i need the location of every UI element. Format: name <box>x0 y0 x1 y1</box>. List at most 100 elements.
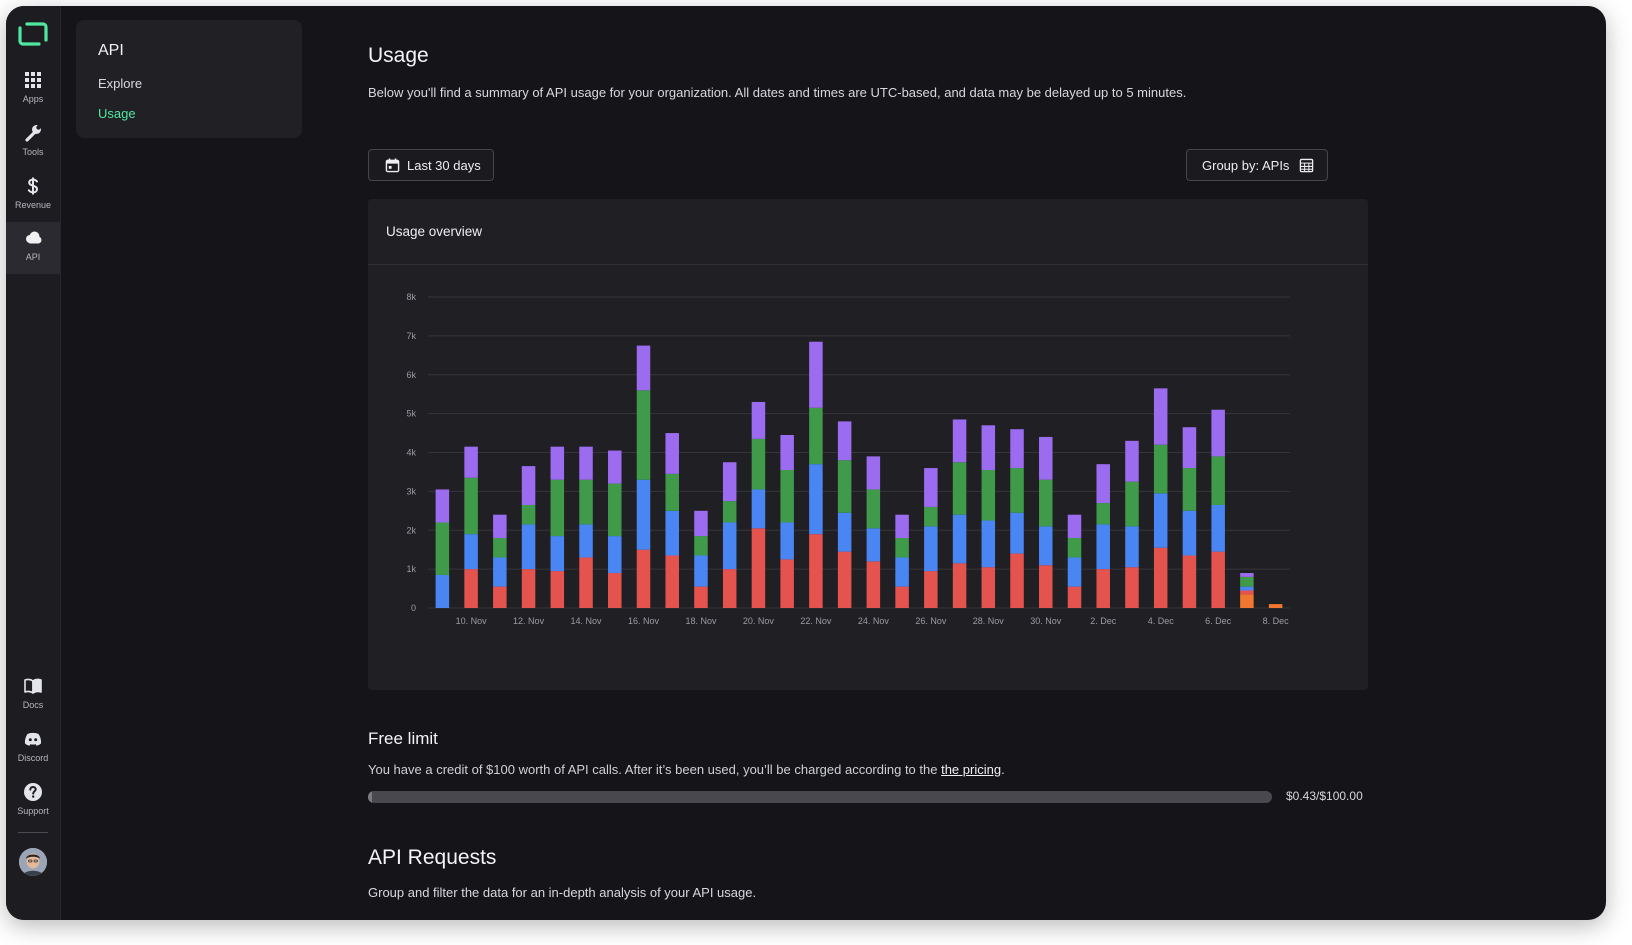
bar-segment <box>579 524 593 558</box>
group-by-button[interactable]: Group by: APIs <box>1186 149 1328 181</box>
bar-segment <box>1039 526 1053 566</box>
bar-segment <box>1153 547 1168 608</box>
x-tick-label: 2. Dec <box>1090 616 1117 626</box>
bar-segment <box>665 555 679 608</box>
bar-segment <box>981 469 996 521</box>
table-grid-icon <box>1300 158 1314 172</box>
bar-segment <box>895 586 909 608</box>
logo-icon[interactable] <box>18 20 48 48</box>
bar-segment <box>464 446 478 478</box>
x-tick-label: 8. Dec <box>1263 616 1290 626</box>
rail-item-discord[interactable]: Discord <box>6 723 60 775</box>
bar-segment <box>866 489 881 529</box>
bar-segment <box>837 460 852 513</box>
bar-segment <box>751 401 766 439</box>
rail-item-apps[interactable]: Apps <box>6 64 60 116</box>
subnav-link-explore[interactable]: Explore <box>98 76 142 91</box>
rail-item-docs[interactable]: Docs <box>6 670 60 722</box>
free-limit-description: You have a credit of $100 worth of API c… <box>368 762 942 777</box>
x-tick-label: 12. Nov <box>513 616 545 626</box>
bar-segment <box>1240 586 1254 591</box>
credit-progress-fill <box>368 791 372 803</box>
icon-rail: Apps Tools Revenue API Docs Discord Supp… <box>6 6 61 920</box>
rail-item-support[interactable]: Support <box>6 776 60 828</box>
credit-progress-label: $0.43/$100.00 <box>1286 789 1363 803</box>
usage-bar-chart: 0 1k 2k 3k 4k 5k 6k 7k 8k 10. Nov 12. Nov 14. Nov 16… <box>406 292 1290 626</box>
bar-segment <box>809 341 823 408</box>
y-tick-label: 2k <box>406 525 416 535</box>
api-requests-title: API Requests <box>368 846 497 869</box>
avatar[interactable] <box>19 848 47 876</box>
rail-label-tools: Tools <box>22 147 44 157</box>
bar-segment <box>550 571 565 608</box>
bar-segment <box>1153 444 1168 494</box>
question-icon <box>24 783 42 801</box>
bar-segment <box>1153 493 1168 548</box>
bar-segment <box>521 524 536 570</box>
bar-segment <box>493 538 507 558</box>
bar-segment <box>952 462 967 515</box>
bar-segment <box>809 407 823 465</box>
bar-segment <box>1268 604 1283 608</box>
date-range-label: Last 30 days <box>407 157 481 173</box>
bar-segment <box>665 510 679 556</box>
bar-segment <box>1240 576 1254 587</box>
bar-segment <box>608 483 622 537</box>
bar-segment <box>924 571 938 608</box>
x-tick-label: 10. Nov <box>456 616 488 626</box>
bar-segment <box>579 479 593 525</box>
bar-segment <box>636 479 651 550</box>
bar-segment <box>1067 557 1082 587</box>
bar-segment <box>1039 565 1053 608</box>
app-window: Apps Tools Revenue API Docs Discord Supp… <box>6 6 1606 920</box>
bar-segment <box>636 390 651 480</box>
bar-segment <box>866 528 881 562</box>
bar-segment <box>665 473 679 511</box>
bar-segment <box>837 512 852 552</box>
bar-segment <box>579 557 593 608</box>
x-tick-label: 16. Nov <box>628 616 660 626</box>
bar-segment <box>809 534 823 608</box>
pricing-link[interactable]: the pricing <box>941 762 1001 777</box>
bar-segment <box>636 549 651 608</box>
bar-segment <box>435 574 450 608</box>
bar-segment <box>952 419 967 463</box>
rail-label-discord: Discord <box>17 753 49 763</box>
bar-segment <box>722 501 737 523</box>
bar-segment <box>780 469 794 523</box>
bar-segment <box>866 456 881 490</box>
bar-segment <box>1010 468 1024 513</box>
bar-segment <box>1182 427 1197 469</box>
bar-segment <box>1067 538 1082 558</box>
cloud-icon <box>26 231 42 244</box>
subnav-link-usage[interactable]: Usage <box>98 106 136 121</box>
bar-segment <box>1039 479 1053 527</box>
bar-segment <box>665 433 679 474</box>
bar-segment <box>1039 436 1053 480</box>
rail-item-tools[interactable]: Tools <box>6 117 60 169</box>
bar-segment <box>1240 594 1254 608</box>
bar-segment <box>1010 512 1024 554</box>
y-tick-label: 7k <box>406 331 416 341</box>
rail-item-revenue[interactable]: Revenue <box>6 170 60 222</box>
bar-segment <box>1153 388 1168 445</box>
bar-segment <box>1125 481 1139 527</box>
subnav-title: API <box>98 42 124 59</box>
bar-segment <box>579 446 593 480</box>
usage-overview-card: Usage overview 0 1k 2k 3k 4k 5k 6k 7k 8k 10. Nov 1… <box>368 199 1368 690</box>
bar-segment <box>924 526 938 572</box>
book-icon <box>24 678 42 694</box>
bar-segment <box>1211 456 1225 505</box>
bar-segment <box>981 425 996 470</box>
bar-segment <box>952 514 967 564</box>
date-range-button[interactable]: Last 30 days <box>368 149 494 181</box>
bar-segment <box>493 586 507 608</box>
bar-segment <box>895 557 909 587</box>
y-tick-label: 1k <box>406 564 416 574</box>
bar-segment <box>694 510 708 537</box>
y-tick-label: 4k <box>406 448 416 458</box>
bar-segment <box>1010 553 1024 608</box>
bar-segment <box>751 438 766 490</box>
rail-item-api[interactable]: API <box>6 222 60 274</box>
card-title: Usage overview <box>386 224 483 239</box>
